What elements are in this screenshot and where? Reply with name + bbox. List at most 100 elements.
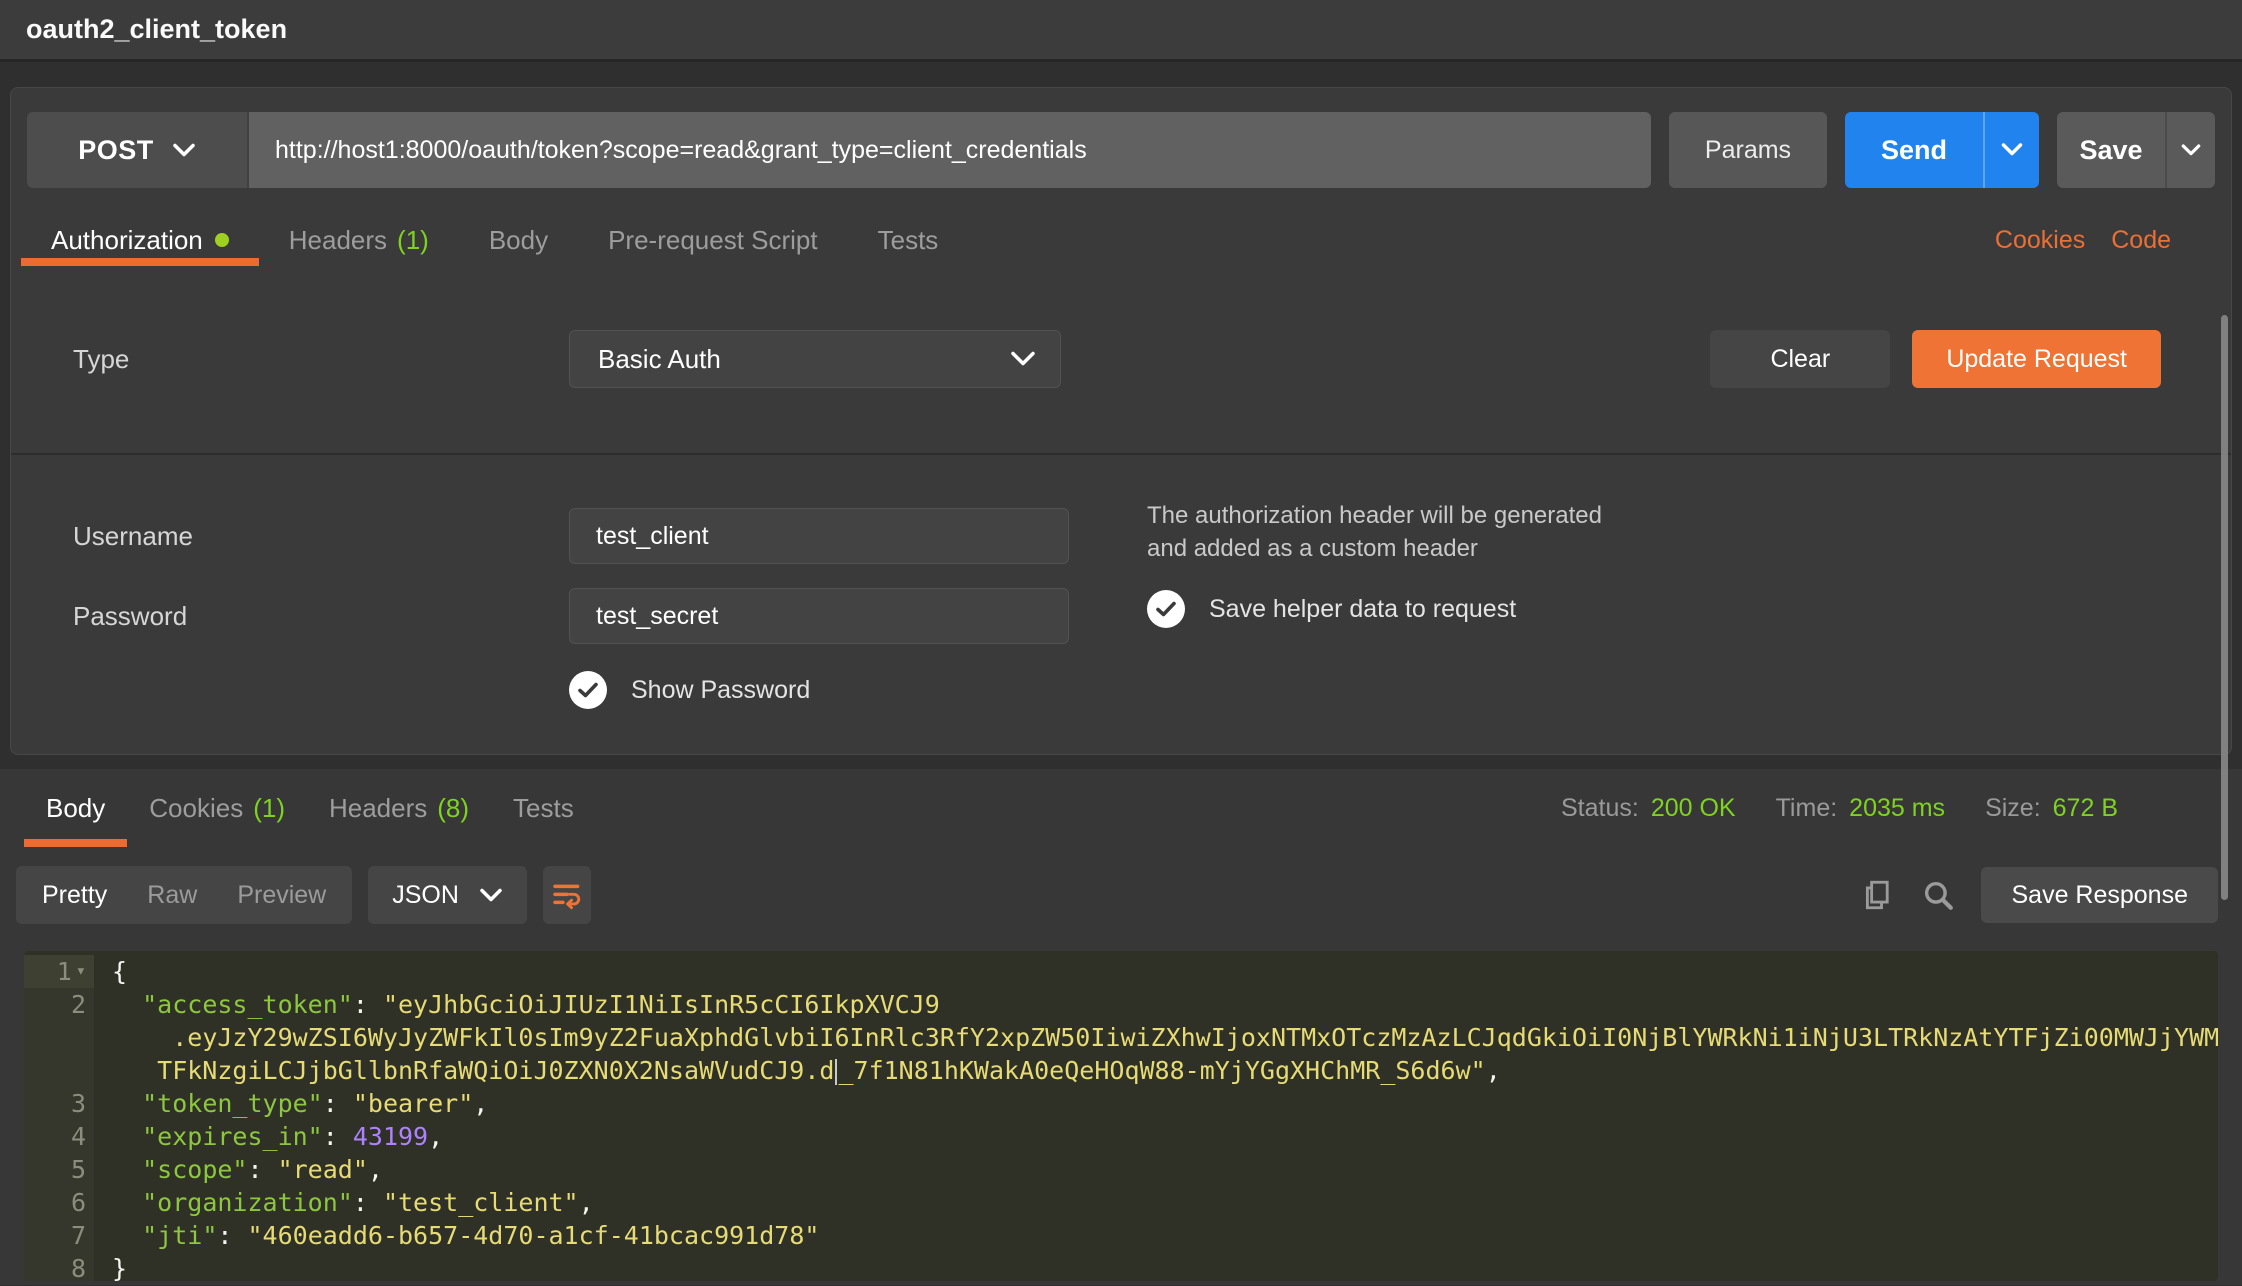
response-body-viewer[interactable]: 1▾{2 "access_token": "eyJhbGciOiJIUzI1Ni…: [24, 951, 2218, 1281]
send-options-button[interactable]: [1983, 112, 2039, 188]
line-number: 2: [24, 988, 94, 1021]
tab-label: Body: [489, 225, 548, 256]
format-dropdown[interactable]: JSON: [368, 866, 527, 924]
code-line: 1▾{: [24, 955, 2218, 988]
save-helper-checkbox[interactable]: [1147, 590, 1185, 628]
status-label: Status:: [1561, 794, 1639, 823]
cookies-link[interactable]: Cookies: [1995, 226, 2085, 255]
username-label: Username: [73, 521, 569, 552]
save-options-button[interactable]: [2165, 112, 2215, 188]
save-helper-label: Save helper data to request: [1209, 595, 1516, 624]
type-label: Type: [73, 344, 569, 375]
tab-count: (1): [397, 225, 429, 256]
tab-label: Authorization: [51, 225, 203, 256]
code-line: 7 "jti": "460eadd6-b657-4d70-a1cf-41bcac…: [24, 1219, 2218, 1252]
tab-label: Cookies: [149, 793, 243, 824]
view-mode-switch: Pretty Raw Preview: [16, 866, 352, 924]
chevron-down-icon: [479, 888, 503, 903]
vertical-scrollbar[interactable]: [2221, 315, 2228, 900]
save-response-button[interactable]: Save Response: [1981, 867, 2218, 923]
line-number: 3: [24, 1087, 94, 1120]
chevron-down-icon: [2181, 144, 2201, 157]
update-request-button[interactable]: Update Request: [1912, 330, 2161, 388]
response-tabs: Body Cookies (1) Headers (8) Tests Statu…: [0, 769, 2242, 847]
send-button[interactable]: Send: [1845, 112, 1983, 188]
tab-body[interactable]: Body: [459, 214, 578, 266]
auth-type-row: Type Basic Auth Clear Update Request: [73, 330, 2161, 388]
response-tab-body[interactable]: Body: [24, 769, 127, 847]
code-line: 8}: [24, 1252, 2218, 1281]
code-line: 3 "token_type": "bearer",: [24, 1087, 2218, 1120]
line-number: 7: [24, 1219, 94, 1252]
auth-credentials-area: Username Password Show Password The auth…: [11, 455, 2231, 754]
password-field[interactable]: [569, 588, 1069, 644]
response-tab-tests[interactable]: Tests: [491, 769, 596, 847]
auth-configured-dot: [215, 233, 229, 247]
method-dropdown[interactable]: POST: [27, 112, 249, 188]
format-value: JSON: [392, 881, 459, 910]
params-button[interactable]: Params: [1669, 112, 1827, 188]
clear-button[interactable]: Clear: [1710, 330, 1890, 388]
size-label: Size:: [1985, 794, 2041, 823]
wrap-text-button[interactable]: [543, 866, 591, 924]
tab-headers[interactable]: Headers (1): [259, 214, 459, 266]
tab-label: Headers: [329, 793, 427, 824]
check-icon: [1156, 601, 1176, 617]
request-tab-title[interactable]: oauth2_client_token: [26, 14, 287, 45]
response-toolbar: Pretty Raw Preview JSON Save Response: [0, 865, 2242, 925]
search-icon[interactable]: [1921, 878, 1955, 912]
tab-tests[interactable]: Tests: [848, 214, 969, 266]
time-badge: Time: 2035 ms: [1776, 794, 1945, 823]
view-mode-pretty[interactable]: Pretty: [22, 881, 127, 910]
auth-type-select[interactable]: Basic Auth: [569, 330, 1061, 388]
save-helper-row: Save helper data to request: [1147, 590, 1516, 628]
tab-authorization[interactable]: Authorization: [21, 214, 259, 266]
chevron-down-icon: [1010, 351, 1036, 367]
request-tab-bar: oauth2_client_token: [0, 0, 2242, 62]
fold-caret-icon[interactable]: ▾: [76, 955, 86, 988]
line-number: 5: [24, 1153, 94, 1186]
response-panel: Body Cookies (1) Headers (8) Tests Statu…: [0, 769, 2242, 1285]
view-mode-raw[interactable]: Raw: [127, 881, 217, 910]
tab-label: Pre-request Script: [608, 225, 818, 256]
show-password-row: Show Password: [569, 671, 2231, 709]
response-tab-headers[interactable]: Headers (8): [307, 769, 491, 847]
copy-icon[interactable]: [1861, 878, 1895, 912]
url-row: POST Params Send Save: [27, 112, 2215, 188]
view-mode-preview[interactable]: Preview: [217, 881, 346, 910]
method-label: POST: [78, 135, 154, 166]
save-button[interactable]: Save: [2057, 112, 2165, 188]
code-line: 5 "scope": "read",: [24, 1153, 2218, 1186]
code-lines: 1▾{2 "access_token": "eyJhbGciOiJIUzI1Ni…: [24, 955, 2218, 1281]
code-link[interactable]: Code: [2111, 226, 2171, 255]
auth-type-value: Basic Auth: [598, 344, 721, 375]
check-icon: [578, 682, 598, 698]
send-button-group: Send: [1845, 112, 2039, 188]
chevron-down-icon: [2001, 143, 2023, 157]
line-number: 1▾: [24, 955, 94, 988]
request-builder-panel: POST Params Send Save Authorization Head…: [10, 87, 2232, 755]
chevron-down-icon: [172, 143, 196, 158]
builder-links: Cookies Code: [1995, 226, 2221, 255]
status-value: 200 OK: [1651, 794, 1736, 823]
response-tab-cookies[interactable]: Cookies (1): [127, 769, 307, 847]
auth-helper-note: The authorization header will be generat…: [1147, 499, 1627, 565]
line-number: 4: [24, 1120, 94, 1153]
line-number: 8: [24, 1252, 94, 1281]
tab-count: (8): [437, 793, 469, 824]
show-password-label: Show Password: [631, 676, 810, 705]
tab-label: Tests: [513, 793, 574, 824]
code-line: 2 "access_token": "eyJhbGciOiJIUzI1NiIsI…: [24, 988, 2218, 1021]
show-password-checkbox[interactable]: [569, 671, 607, 709]
time-value: 2035 ms: [1849, 794, 1945, 823]
status-badge: Status: 200 OK: [1561, 794, 1736, 823]
code-line: TFkNzgiLCJjbGllbnRfaWQiOiJ0ZXN0X2NsaWVud…: [24, 1054, 2218, 1087]
tab-label: Headers: [289, 225, 387, 256]
code-line: .eyJzY29wZSI6WyJyZWFkIl0sIm9yZ2FuaXphdGl…: [24, 1021, 2218, 1054]
save-button-group: Save: [2057, 112, 2215, 188]
tab-pre-request-script[interactable]: Pre-request Script: [578, 214, 848, 266]
username-field[interactable]: [569, 508, 1069, 564]
line-number: [24, 1054, 94, 1087]
url-input[interactable]: [249, 112, 1651, 188]
response-actions: Save Response: [1861, 867, 2218, 923]
